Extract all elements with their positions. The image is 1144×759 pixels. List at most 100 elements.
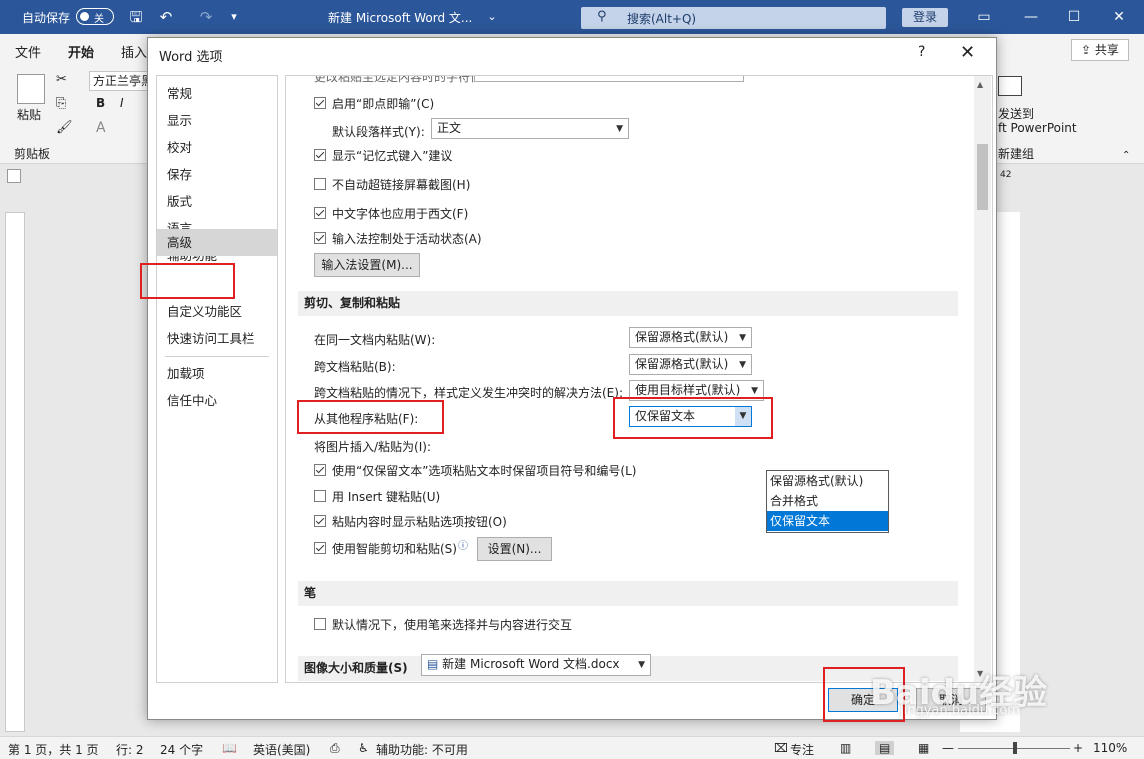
nav-trust-center[interactable]: 信任中心 bbox=[157, 387, 277, 414]
paste-icon[interactable] bbox=[17, 74, 45, 104]
document-title: 新建 Microsoft Word 文... bbox=[328, 11, 473, 25]
italic-icon[interactable]: I bbox=[120, 96, 124, 110]
web-layout-icon[interactable]: ▦ bbox=[918, 741, 929, 755]
tab-file[interactable]: 文件 bbox=[15, 42, 41, 61]
paste-settings-button[interactable]: 设置(N)... bbox=[477, 537, 552, 561]
word-count[interactable]: 24 个字 bbox=[160, 741, 203, 758]
focus-icon[interactable]: ⌧ bbox=[774, 741, 788, 755]
keep-bullets-label: 使用“仅保留文本”选项粘贴文本时保留项目符号和编号(L) bbox=[332, 464, 637, 478]
clipboard-group-label: 剪贴板 bbox=[14, 147, 51, 161]
nav-quick-access-toolbar[interactable]: 快速访问工具栏 bbox=[157, 325, 277, 352]
tab-home[interactable]: 开始 bbox=[68, 42, 95, 66]
click-and-type-checkbox[interactable] bbox=[314, 97, 326, 109]
send-to-ppt-icon[interactable] bbox=[998, 76, 1022, 96]
zoom-slider-thumb[interactable] bbox=[1013, 742, 1017, 754]
nav-display[interactable]: 显示 bbox=[157, 107, 277, 134]
zoom-out-icon[interactable]: — bbox=[942, 741, 954, 755]
no-hyperlink-screenshot-checkbox[interactable] bbox=[314, 178, 326, 190]
no-hyperlink-screenshot-label: 不自动超链接屏幕截图(H) bbox=[332, 178, 471, 192]
options-nav: 常规 显示 校对 保存 版式 语言 辅助功能 高级 自定义功能区 快速访问工具栏… bbox=[156, 75, 278, 683]
keep-bullets-checkbox[interactable] bbox=[314, 464, 326, 476]
page-count[interactable]: 第 1 页，共 1 页 bbox=[8, 741, 99, 758]
dropdown-option-keep-source[interactable]: 保留源格式(默认) bbox=[767, 471, 888, 491]
nav-customize-ribbon[interactable]: 自定义功能区 bbox=[157, 298, 277, 325]
maximize-icon[interactable]: ☐ bbox=[1059, 5, 1089, 29]
ppt-label[interactable]: ft PowerPoint bbox=[998, 121, 1077, 135]
info-icon[interactable]: ⓘ bbox=[458, 537, 468, 552]
nav-general[interactable]: 常规 bbox=[157, 80, 277, 107]
ribbon-display-icon[interactable]: ▭ bbox=[969, 5, 999, 29]
customize-qat-icon[interactable]: ▾ bbox=[224, 7, 244, 27]
title-dropdown-icon[interactable]: ⌄ bbox=[482, 7, 502, 27]
collapse-ribbon-icon[interactable]: ⌃ bbox=[1122, 150, 1130, 161]
nav-typography[interactable]: 版式 bbox=[157, 188, 277, 215]
paste-other-programs-dropdown[interactable]: 保留源格式(默认) 合并格式 仅保留文本 bbox=[766, 470, 889, 533]
paste-same-doc-select[interactable]: 保留源格式(默认) ▼ bbox=[629, 327, 752, 348]
bold-icon[interactable]: B bbox=[96, 96, 105, 110]
nav-proofing[interactable]: 校对 bbox=[157, 134, 277, 161]
save-icon[interactable]: 🖫 bbox=[126, 7, 146, 27]
proofing-icon[interactable]: 📖 bbox=[222, 741, 237, 755]
default-paragraph-style-label: 默认段落样式(Y): bbox=[332, 125, 425, 139]
share-button[interactable]: ⇪ 共享 bbox=[1071, 39, 1129, 61]
autocomplete-checkbox[interactable] bbox=[314, 149, 326, 161]
redo-icon[interactable]: ↷ bbox=[196, 7, 216, 27]
search-box[interactable]: ⚲ 搜索(Alt+Q) bbox=[581, 7, 886, 29]
dropdown-option-text-only[interactable]: 仅保留文本 bbox=[767, 511, 888, 531]
send-to-label[interactable]: 发送到 bbox=[998, 105, 1034, 122]
autosave-toggle[interactable]: 关 bbox=[76, 8, 114, 25]
font-name-box[interactable]: 方正兰亭黑 bbox=[89, 71, 149, 91]
scrollbar-thumb[interactable] bbox=[977, 144, 988, 210]
text-effects-icon[interactable]: A bbox=[96, 120, 106, 136]
ime-settings-button[interactable]: 输入法设置(M)... bbox=[314, 253, 420, 277]
insert-key-paste-checkbox[interactable] bbox=[314, 490, 326, 502]
chevron-down-icon: ▼ bbox=[739, 360, 746, 370]
annotation-paste-label bbox=[297, 400, 444, 434]
cut-icon[interactable]: ✂ bbox=[56, 72, 67, 87]
partial-option-field[interactable] bbox=[474, 76, 744, 82]
default-paragraph-style-select[interactable]: 正文 ▼ bbox=[431, 118, 629, 139]
vertical-ruler bbox=[5, 212, 25, 732]
zoom-level[interactable]: 110% bbox=[1093, 741, 1127, 755]
paste-label[interactable]: 粘贴 bbox=[17, 106, 41, 123]
read-mode-icon[interactable]: ▥ bbox=[840, 741, 851, 755]
image-doc-select[interactable]: ▤ 新建 Microsoft Word 文档.docx ▼ bbox=[421, 654, 651, 676]
accessibility-status[interactable]: 辅助功能: 不可用 bbox=[376, 741, 468, 758]
ime-control-checkbox[interactable] bbox=[314, 232, 326, 244]
zoom-in-icon[interactable]: + bbox=[1073, 741, 1083, 755]
close-icon[interactable]: ✕ bbox=[960, 42, 975, 63]
help-icon[interactable]: ? bbox=[918, 44, 925, 60]
dropdown-option-merge[interactable]: 合并格式 bbox=[767, 491, 888, 511]
tab-insert[interactable]: 插入 bbox=[121, 42, 147, 61]
content-scrollbar[interactable]: ▲ ▼ bbox=[974, 76, 991, 682]
macro-icon[interactable]: ⎙ bbox=[330, 741, 340, 756]
nav-advanced[interactable]: 高级 bbox=[157, 229, 277, 256]
nav-divider bbox=[165, 356, 269, 357]
show-paste-options-checkbox[interactable] bbox=[314, 515, 326, 527]
pen-interact-checkbox[interactable] bbox=[314, 618, 326, 630]
chevron-down-icon: ▼ bbox=[739, 333, 746, 343]
focus-label[interactable]: 专注 bbox=[790, 741, 814, 758]
minimize-icon[interactable]: — bbox=[1016, 5, 1046, 29]
close-window-icon[interactable]: ✕ bbox=[1104, 5, 1134, 29]
autosave-state: 关 bbox=[94, 14, 104, 25]
cjk-font-latin-checkbox[interactable] bbox=[314, 207, 326, 219]
title-bar: 自动保存 关 🖫 ↶ ↷ ▾ 新建 Microsoft Word 文... ⌄ … bbox=[0, 0, 1144, 34]
tab-selector-icon[interactable] bbox=[7, 169, 21, 183]
nav-save[interactable]: 保存 bbox=[157, 161, 277, 188]
login-button[interactable]: 登录 bbox=[902, 8, 948, 27]
language[interactable]: 英语(美国) bbox=[253, 741, 310, 758]
print-layout-icon[interactable]: ▤ bbox=[875, 741, 895, 755]
paste-between-docs-select[interactable]: 保留源格式(默认) ▼ bbox=[629, 354, 752, 375]
paste-between-docs-label: 跨文档粘贴(B): bbox=[314, 360, 396, 374]
nav-addins[interactable]: 加载项 bbox=[157, 360, 277, 387]
chevron-down-icon: ▼ bbox=[638, 660, 645, 670]
autosave-label: 自动保存 bbox=[22, 11, 71, 25]
show-paste-options-label: 粘贴内容时显示粘贴选项按钮(O) bbox=[332, 515, 507, 529]
format-painter-icon[interactable]: 🖌 bbox=[56, 120, 73, 135]
word-options-dialog: Word 选项 ? ✕ 常规 显示 校对 保存 版式 语言 辅助功能 高级 自定… bbox=[147, 37, 997, 720]
scroll-up-icon: ▲ bbox=[977, 80, 984, 89]
smart-cut-paste-checkbox[interactable] bbox=[314, 542, 326, 554]
copy-icon[interactable]: ⎘ bbox=[56, 96, 66, 111]
undo-icon[interactable]: ↶ bbox=[156, 7, 176, 27]
